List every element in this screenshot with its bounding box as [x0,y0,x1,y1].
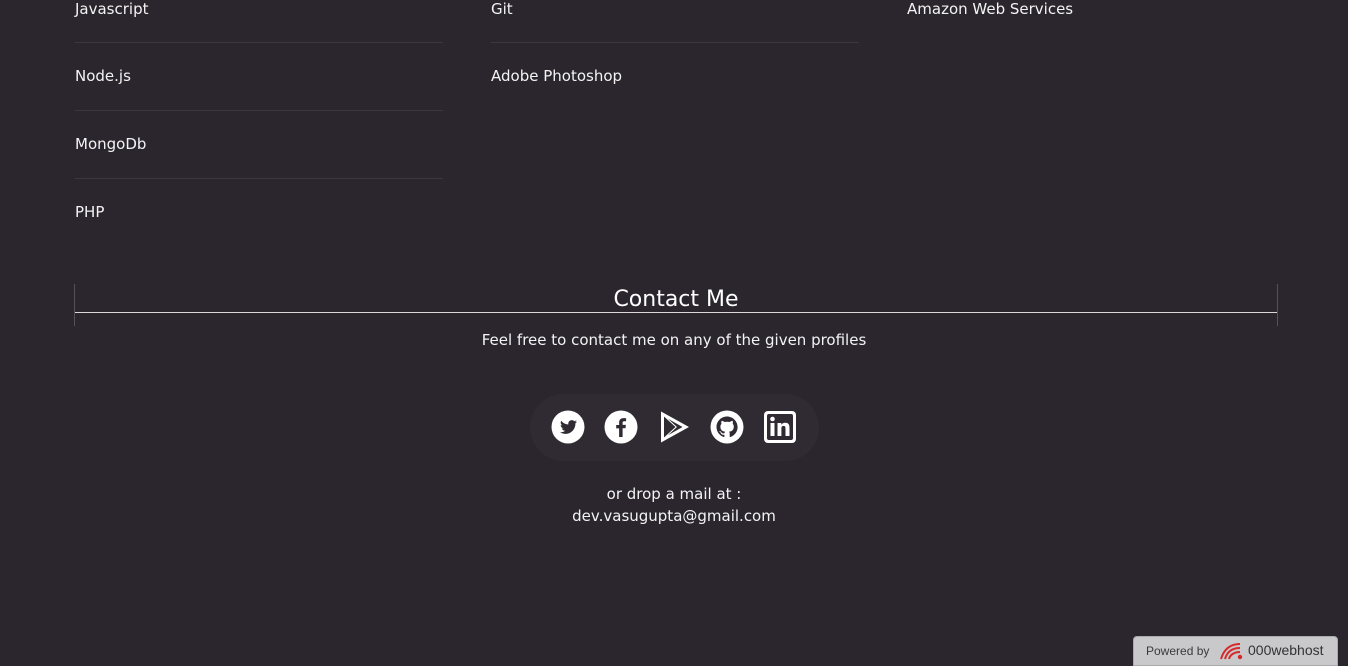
skill-label: Adobe Photoshop [491,67,623,85]
skill-label: PHP [75,203,105,221]
facebook-icon [604,410,638,444]
contact-title: Contact Me [613,287,739,312]
powered-by-brand: 000webhost [1248,642,1324,658]
skill-item: Amazon Web Services [907,0,1275,43]
linkedin-icon [764,411,796,443]
skill-item: Node.js [75,43,443,111]
skill-item: Javascript [75,0,443,43]
github-link[interactable] [710,410,744,444]
powered-by-label: Powered by [1146,644,1210,658]
google-play-link[interactable] [657,410,691,444]
skills-column-2: Git Adobe Photoshop [491,0,859,111]
linkedin-link[interactable] [763,410,797,444]
skill-item: Adobe Photoshop [491,43,859,111]
twitter-icon [551,410,585,444]
skills-column-3: Amazon Web Services [907,0,1275,43]
skill-label: Javascript [75,0,149,18]
contact-section: Contact Me [74,284,1278,326]
webhost-logo-icon [1220,643,1243,660]
skill-item: PHP [75,179,443,247]
github-icon [710,410,744,444]
skill-item: MongoDb [75,111,443,179]
skill-label: Git [491,0,513,18]
social-links-bar [530,394,819,461]
mail-prefix: or drop a mail at : [606,485,742,503]
email-address[interactable]: dev.vasugupta@gmail.com [0,505,1348,527]
skills-column-1: Javascript Node.js MongoDb PHP [75,0,443,247]
powered-by-badge[interactable]: Powered by 000webhost [1133,636,1338,666]
google-play-icon [661,411,689,443]
skill-item: Git [491,0,859,43]
mail-block: or drop a mail at : dev.vasugupta@gmail.… [0,483,1348,527]
twitter-link[interactable] [551,410,585,444]
contact-subtitle: Feel free to contact me on any of the gi… [481,331,867,349]
skill-label: MongoDb [75,135,147,153]
facebook-link[interactable] [604,410,638,444]
skill-label: Amazon Web Services [907,0,1074,18]
skill-label: Node.js [75,67,131,85]
